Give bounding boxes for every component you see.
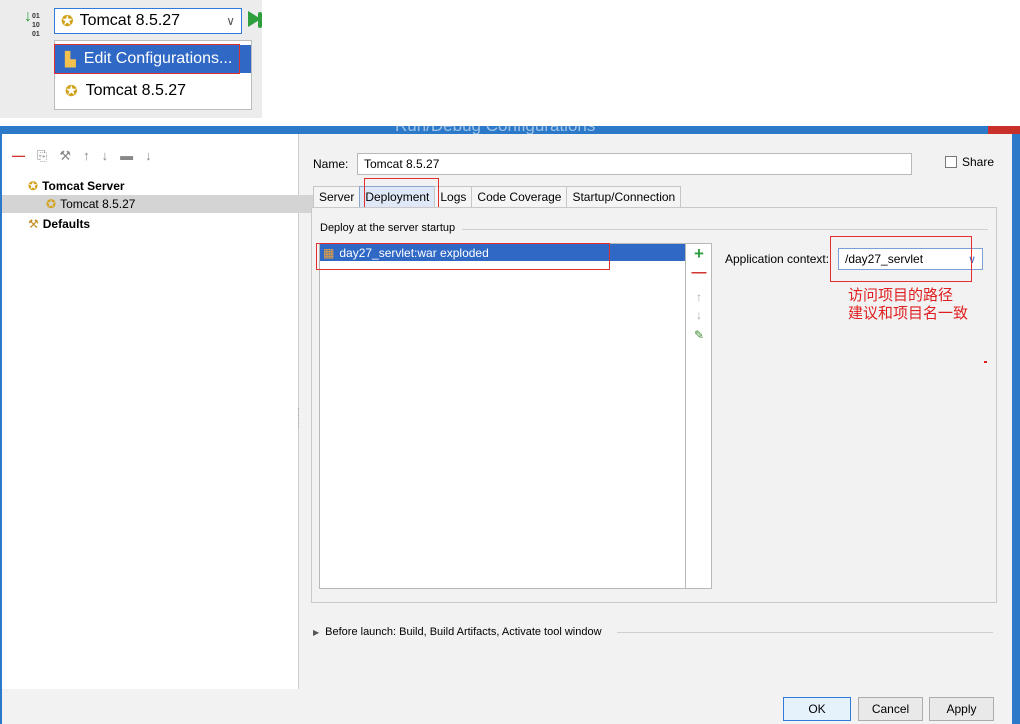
section-separator xyxy=(617,632,993,633)
wrench-icon[interactable]: ⚒ xyxy=(59,148,71,164)
tree-item-tomcat-server[interactable]: ✪ Tomcat Server xyxy=(2,177,324,195)
arrow-down-icon[interactable]: ↓ xyxy=(686,308,712,322)
close-button[interactable] xyxy=(988,126,1020,134)
sort-icon[interactable]: ↓01 10 01 xyxy=(24,9,40,39)
highlight-box xyxy=(364,178,439,208)
expand-triangle-icon[interactable]: ▶ xyxy=(313,628,319,637)
sort-alpha-icon[interactable]: ↓ xyxy=(145,148,152,164)
deploy-group-label: Deploy at the server startup xyxy=(320,222,456,234)
deployment-list[interactable] xyxy=(319,243,686,589)
tree-item-label: Defaults xyxy=(42,217,91,231)
tomcat-icon: ✪ xyxy=(61,13,74,30)
annotation-note: 访问项目的路径 建议和项目名一致 xyxy=(848,286,968,322)
folder-icon[interactable]: ▬ xyxy=(120,148,133,164)
copy-icon[interactable]: ⎘ xyxy=(37,148,47,164)
splitter-handle[interactable] xyxy=(298,408,301,428)
edit-icon[interactable]: ✎ xyxy=(686,328,712,342)
before-launch-section[interactable]: ▶ Before launch: Build, Build Artifacts,… xyxy=(313,626,602,638)
apply-button[interactable]: Apply xyxy=(929,697,994,721)
name-field-value: Tomcat 8.5.27 xyxy=(364,157,440,171)
debug-icon[interactable] xyxy=(258,12,262,28)
highlight-box xyxy=(316,243,610,270)
tree-item-defaults[interactable]: ⚒ Defaults xyxy=(2,215,324,233)
tab-server[interactable]: Server xyxy=(313,186,361,208)
tab-startup-connection[interactable]: Startup/Connection xyxy=(566,186,682,208)
menu-item-label: Tomcat 8.5.27 xyxy=(85,82,187,99)
share-checkbox[interactable]: Share xyxy=(945,155,994,169)
annotation-mark xyxy=(984,361,987,363)
dialog-title: Run/Debug Configurations xyxy=(395,126,595,134)
tomcat-icon: ✪ xyxy=(46,197,57,211)
cancel-button[interactable]: Cancel xyxy=(858,697,923,721)
dialog-title-bar[interactable]: Run/Debug Configurations xyxy=(0,126,1020,134)
run-configuration-selector[interactable]: ✪ Tomcat 8.5.27 ∨ xyxy=(54,8,242,34)
tab-logs[interactable]: Logs xyxy=(434,186,473,208)
window-border xyxy=(1012,134,1020,724)
tree-item-label: Tomcat 8.5.27 xyxy=(60,197,136,211)
remove-icon[interactable]: — xyxy=(12,148,25,164)
highlight-box xyxy=(830,236,972,282)
application-context-label: Application context: xyxy=(725,252,830,266)
name-field[interactable]: Tomcat 8.5.27 xyxy=(357,153,912,175)
tree-item-tomcat-config[interactable]: ✪ Tomcat 8.5.27 xyxy=(2,195,342,213)
tomcat-icon: ✪ xyxy=(65,83,78,100)
run-configuration-label: Tomcat 8.5.27 xyxy=(79,12,181,29)
tomcat-icon: ✪ xyxy=(28,179,39,193)
chevron-down-icon: ∨ xyxy=(226,14,235,28)
arrow-up-icon[interactable]: ↑ xyxy=(686,290,712,304)
remove-icon[interactable]: — xyxy=(686,264,712,281)
tree-toolbar: — ⎘ ⚒ ↑ ↓ ▬ ↓ xyxy=(12,148,152,164)
annotation-line: 建议和项目名一致 xyxy=(848,304,969,322)
menu-item-tomcat[interactable]: ✪ Tomcat 8.5.27 xyxy=(55,77,251,105)
checkbox-box[interactable] xyxy=(945,156,957,168)
defaults-icon: ⚒ xyxy=(28,217,39,231)
before-launch-label: Before launch: Build, Build Artifacts, A… xyxy=(325,626,602,638)
group-separator xyxy=(462,229,988,230)
add-icon[interactable]: + xyxy=(686,244,712,264)
name-label: Name: xyxy=(313,157,349,171)
arrow-down-icon[interactable]: ↓ xyxy=(102,148,109,164)
annotation-line: 访问项目的路径 xyxy=(848,286,954,304)
tab-code-coverage[interactable]: Code Coverage xyxy=(471,186,568,208)
ok-button[interactable]: OK xyxy=(783,697,851,721)
highlight-box xyxy=(54,44,240,74)
arrow-up-icon[interactable]: ↑ xyxy=(83,148,90,164)
tree-item-label: Tomcat Server xyxy=(42,179,125,193)
share-label: Share xyxy=(962,155,995,169)
